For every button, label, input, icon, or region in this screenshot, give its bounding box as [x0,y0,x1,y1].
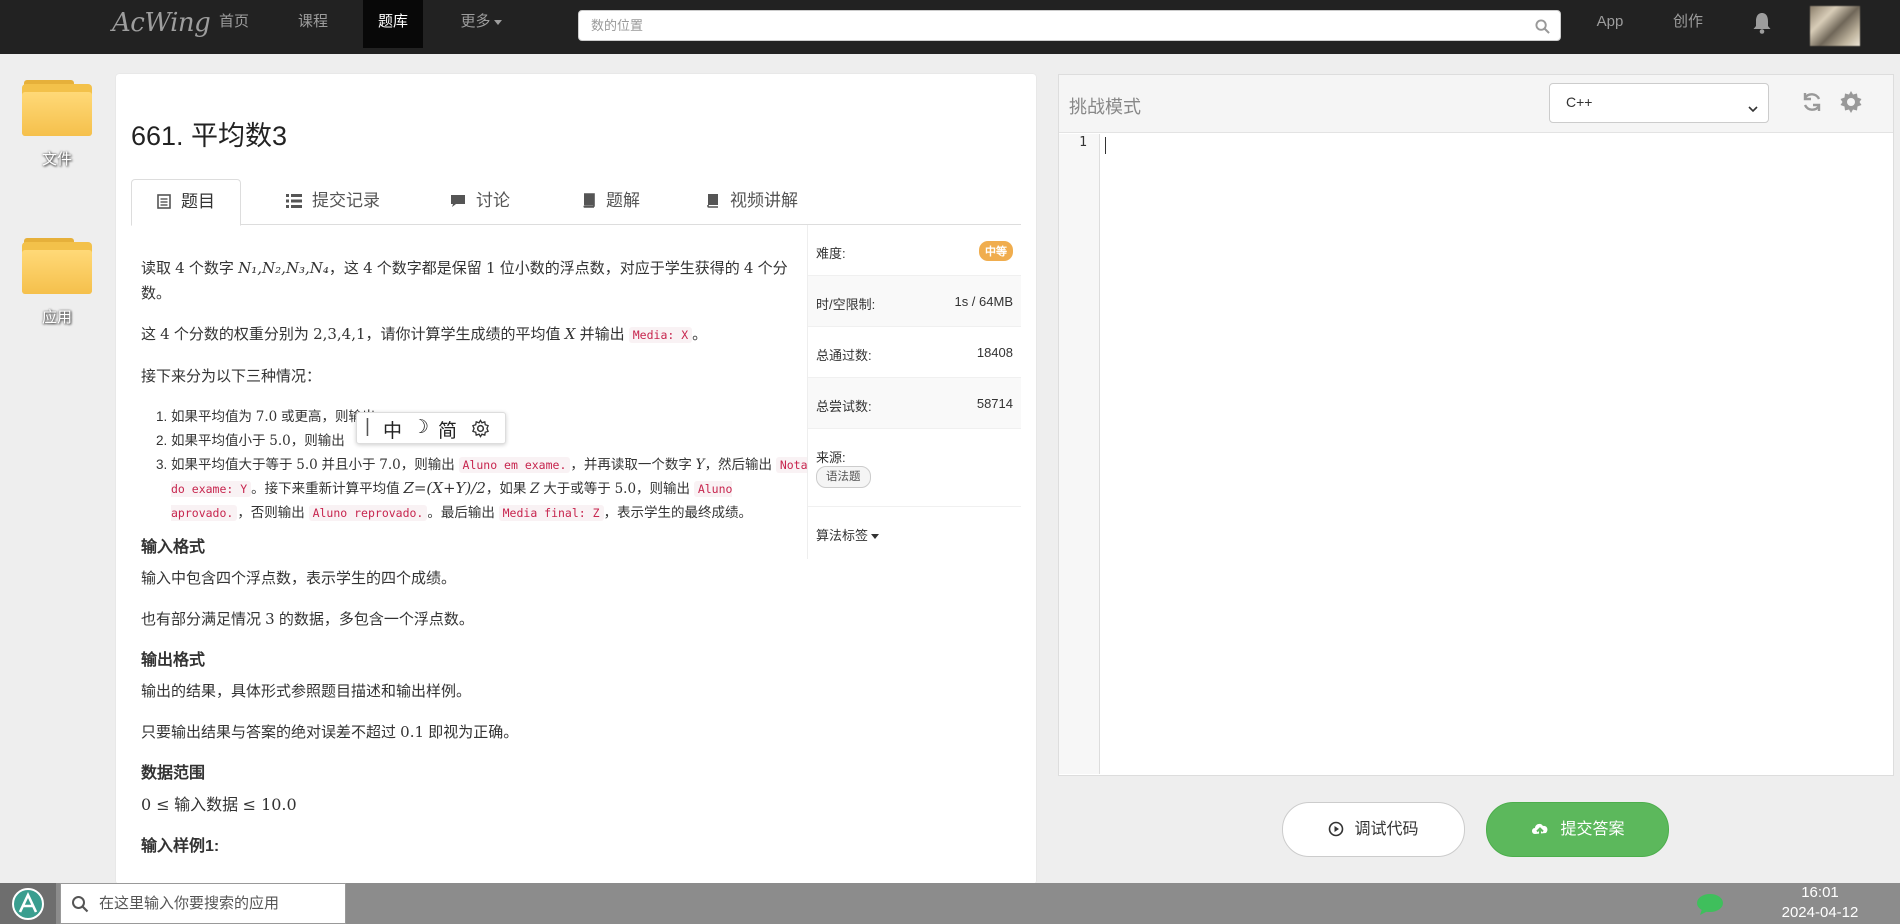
desc-paragraph: 输出的结果，具体形式参照题目描述和输出样例。 [141,683,472,700]
source-row: 来源: 语法题 [808,429,1021,507]
nav-problemset[interactable]: 题库 [363,0,423,48]
site-search[interactable] [578,10,1561,41]
nav-create[interactable]: 创作 [1668,0,1708,48]
tab-label: 题解 [606,191,640,210]
tab-discussion[interactable]: 讨论 [425,179,535,225]
tab-label: 讨论 [476,191,510,210]
chevron-down-icon [493,19,502,25]
nav-more-label: 更多 [460,13,491,30]
folder-icon [22,80,92,136]
tried-row: 总尝试数: 58714 [808,378,1021,429]
chevron-updown-icon [1748,100,1758,116]
tab-label: 视频讲解 [730,191,798,210]
taskbar-search[interactable] [60,883,346,924]
passed-row: 总通过数: 18408 [808,327,1021,378]
ime-cursor-indicator: | [365,416,370,437]
desktop-icon-apps[interactable]: 应用 [20,238,94,327]
nav-courses[interactable]: 课程 [283,0,343,48]
nav-home[interactable]: 首页 [204,0,264,48]
refresh-icon[interactable] [1801,91,1823,118]
list-icon [286,194,302,208]
desc-paragraph: 输入中包含四个浮点数，表示学生的四个成绩。 [141,570,457,587]
problem-title: 661. 平均数3 [131,121,288,151]
difficulty-badge: 中等 [979,241,1013,261]
language-value: C++ [1566,94,1593,110]
play-circle-icon [1329,821,1344,837]
search-input[interactable] [579,11,1509,40]
gear-icon[interactable] [1838,89,1864,120]
moon-icon[interactable]: ☽ [412,416,429,439]
desc-paragraph: 接下来分为以下三种情况： [141,368,322,385]
desc-paragraph: 也有部分满足情况 3 的数据，多包含一个浮点数。 [141,610,474,628]
source-tag[interactable]: 语法题 [816,466,871,488]
acwing-logo[interactable]: AcWing [112,8,211,38]
desc-paragraph: 只要输出结果与答案的绝对误差不超过 0.1 即视为正确。 [141,723,519,741]
ime-mode-button[interactable]: 中 [383,416,402,443]
os-taskbar: 16:01 2024-04-12 [0,883,1900,924]
line-number-gutter: 1 [1059,134,1100,774]
language-select[interactable]: C++ [1549,83,1769,123]
desktop-icon-files[interactable]: 文件 [20,80,94,169]
section-heading-input: 输入格式 [141,539,206,556]
desktop-icon-label: 文件 [41,151,72,168]
desktop-icon-label: 应用 [41,309,72,326]
limit-row: 时/空限制: 1s / 64MB [808,276,1021,327]
submit-answer-button[interactable]: 提交答案 [1486,802,1669,857]
challenge-mode-label[interactable]: 挑战模式 [1069,93,1141,119]
book-icon [707,194,718,208]
algo-tags-toggle[interactable]: 算法标签 [808,507,1021,558]
top-navbar: AcWing 首页 课程 题库 更多 App 创作 [0,0,1900,54]
tab-label: 题目 [181,192,215,211]
search-icon[interactable] [1535,19,1550,39]
section-heading-sample: 输入样例1: [141,838,220,855]
book-icon [583,193,595,208]
desc-paragraph: 这 4 个分数的权重分别为 2,3,4,1，请你计算学生成绩的平均值 X 并输出… [141,325,708,343]
ime-toolbar: | 中 ☽ 简 [356,412,506,444]
tab-video[interactable]: 视频讲解 [681,179,823,225]
desc-paragraph: 读取 4 个数字 N₁,N₂,N₃,N₄，这 4 个数字都是保留 1 位小数的浮… [141,259,788,302]
tab-label: 提交记录 [312,191,380,210]
section-heading-range: 数据范围 [141,765,206,782]
bell-icon[interactable] [1752,12,1772,39]
debug-code-button[interactable]: 调试代码 [1282,802,1465,857]
section-heading-output: 输出格式 [141,652,206,669]
taskbar-search-input[interactable] [99,884,339,923]
tab-problem[interactable]: 题目 [131,179,241,226]
problem-panel: 661. 平均数3 题目 提交记录 讨论 题解 视频讲解 读取 4 个数字 N₁… [116,74,1036,884]
code-input-area[interactable] [1101,134,1893,774]
search-icon [72,896,89,913]
settings-icon[interactable] [471,419,490,444]
difficulty-row: 难度: 中等 [808,225,1021,276]
algo-tags-label: 算法标签 [816,528,869,543]
tab-solutions[interactable]: 题解 [557,179,665,225]
code-editor-panel: 挑战模式 C++ 1 [1058,74,1894,776]
editor-header: 挑战模式 C++ [1059,75,1893,133]
system-clock[interactable]: 16:01 2024-04-12 [1760,883,1880,923]
cloud-upload-icon [1532,823,1548,836]
user-avatar[interactable] [1810,6,1860,46]
nav-app[interactable]: App [1590,0,1630,48]
clock-date: 2024-04-12 [1781,904,1859,921]
document-icon [157,194,171,209]
problem-description: 读取 4 个数字 N₁,N₂,N₃,N₄，这 4 个数字都是保留 1 位小数的浮… [141,256,901,865]
list-item: 如果平均值大于等于 5.0 并且小于 7.0，则输出 Aluno em exam… [171,453,811,525]
debug-label: 调试代码 [1354,821,1419,838]
submit-label: 提交答案 [1560,821,1625,838]
clock-time: 16:01 [1801,884,1839,901]
chevron-down-icon [871,534,880,540]
folder-icon [22,238,92,294]
comment-icon [451,195,465,207]
chat-icon[interactable] [1696,892,1724,921]
ime-simplified-button[interactable]: 简 [438,416,457,443]
range-text: 0 ≤ 输入数据 ≤ 10.0 [141,795,297,814]
line-number: 1 [1079,135,1087,150]
nav-more[interactable]: 更多 [446,0,516,48]
problem-info-sidebar: 难度: 中等 时/空限制: 1s / 64MB 总通过数: 18408 总尝试数… [807,225,1021,559]
problem-tabs: 题目 提交记录 讨论 题解 视频讲解 [131,179,1021,226]
tab-submissions[interactable]: 提交记录 [261,179,405,225]
start-button[interactable] [0,883,56,924]
os-logo-icon [12,888,44,920]
